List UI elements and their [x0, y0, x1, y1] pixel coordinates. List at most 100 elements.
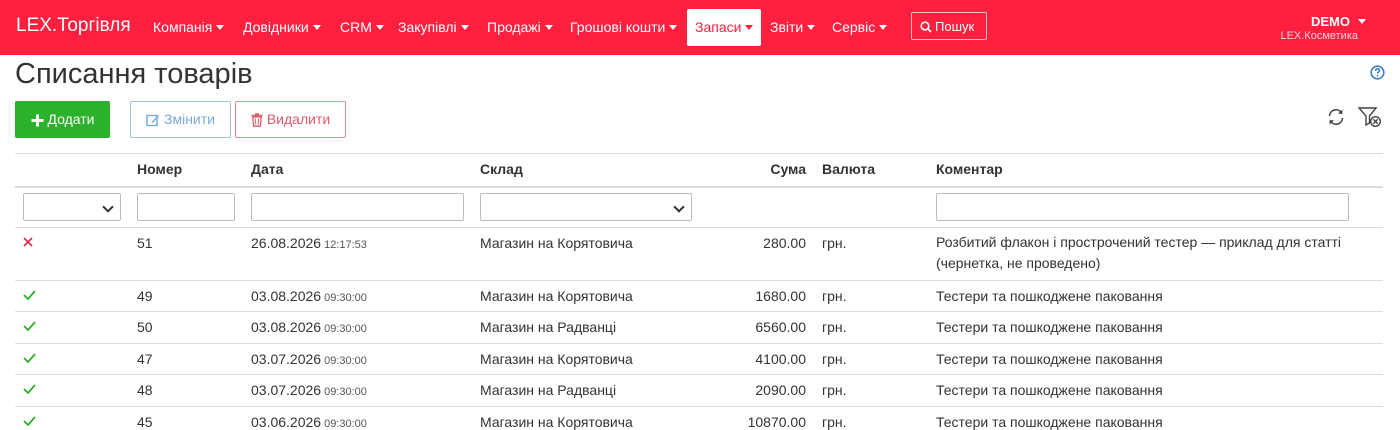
nav-item-stock[interactable]: Запаси — [687, 9, 761, 46]
cell-date-value: 03.08.2026 — [251, 319, 321, 335]
cell-currency: грн. — [822, 319, 847, 335]
nav-item-service[interactable]: Сервіс — [832, 9, 887, 46]
cell-sum: 4100.00 — [706, 351, 806, 367]
cell-sum: 2090.00 — [706, 382, 806, 398]
cell-date-value: 26.08.2026 — [251, 235, 321, 251]
cell-comment: Розбитий флакон і прострочений тестер — … — [936, 232, 1356, 274]
caret-down-icon — [879, 25, 887, 30]
table-divider — [15, 227, 1383, 228]
cell-warehouse: Магазин на Корятовича — [480, 414, 633, 430]
add-button-label: Додати — [48, 111, 95, 127]
nav-item-crm[interactable]: CRM — [340, 9, 384, 46]
header-warehouse[interactable]: Склад — [480, 161, 523, 177]
nav-item-label: CRM — [340, 19, 372, 35]
company-name: LEX.Косметика — [1280, 30, 1358, 42]
caret-down-icon — [376, 25, 384, 30]
cell-time-value: 12:17:53 — [324, 239, 367, 251]
check-icon — [23, 416, 36, 426]
date-filter-input[interactable] — [251, 193, 464, 221]
search-icon — [920, 21, 932, 33]
nav-item-label: Закупівлі — [398, 19, 457, 35]
table-divider — [15, 311, 1383, 312]
cell-date: 03.06.202609:30:00 — [251, 414, 367, 430]
cell-date: 03.08.202609:30:00 — [251, 288, 367, 304]
nav-item-directories[interactable]: Довідники — [243, 9, 321, 46]
cell-sum: 6560.00 — [706, 319, 806, 335]
header-number[interactable]: Номер — [137, 161, 182, 177]
help-icon[interactable] — [1370, 65, 1385, 80]
top-navbar: LEX.Торгівля Компанія Довідники CRM Заку… — [0, 0, 1400, 55]
cell-date-value: 03.07.2026 — [251, 351, 321, 367]
cell-date: 03.07.202609:30:00 — [251, 351, 367, 367]
warehouse-filter-select[interactable] — [480, 193, 692, 221]
cell-time-value: 09:30:00 — [324, 355, 367, 367]
cell-time-value: 09:30:00 — [324, 323, 367, 335]
table-divider — [15, 374, 1383, 375]
cell-date: 26.08.202612:17:53 — [251, 235, 367, 251]
page-title: Списання товарів — [15, 58, 253, 91]
nav-item-cash[interactable]: Грошові кошти — [570, 9, 677, 46]
nav-item-label: Довідники — [243, 19, 309, 35]
nav-item-label: Запаси — [695, 19, 741, 35]
header-currency[interactable]: Валюта — [822, 161, 875, 177]
caret-down-icon — [807, 25, 815, 30]
edit-button[interactable]: Змінити — [130, 101, 231, 138]
nav-item-purchases[interactable]: Закупівлі — [398, 9, 469, 46]
cell-comment: Тестери та пошкоджене паковання — [936, 414, 1163, 430]
nav-item-reports[interactable]: Звіти — [770, 9, 815, 46]
cell-time-value: 09:30:00 — [324, 386, 367, 398]
table-divider — [15, 343, 1383, 344]
cell-comment: Тестери та пошкоджене паковання — [936, 382, 1163, 398]
nav-item-sales[interactable]: Продажі — [487, 9, 553, 46]
nav-item-company[interactable]: Компанія — [153, 9, 224, 46]
cell-time-value: 09:30:00 — [324, 292, 367, 304]
cell-number: 47 — [137, 351, 153, 367]
check-icon — [23, 384, 36, 394]
filter-clear-icon[interactable] — [1358, 106, 1382, 128]
brand-logo[interactable]: LEX.Торгівля — [16, 15, 131, 37]
edit-button-label: Змінити — [164, 111, 215, 127]
caret-down-icon — [745, 25, 753, 30]
cell-currency: грн. — [822, 382, 847, 398]
add-button[interactable]: Додати — [15, 101, 110, 138]
delete-button[interactable]: Видалити — [235, 101, 346, 138]
caret-down-icon — [216, 25, 224, 30]
caret-down-icon[interactable] — [1358, 19, 1366, 24]
status-filter-select[interactable] — [23, 193, 121, 221]
number-filter-input[interactable] — [137, 193, 235, 221]
cell-date-value: 03.06.2026 — [251, 414, 321, 430]
cell-currency: грн. — [822, 351, 847, 367]
nav-item-label: Сервіс — [832, 19, 875, 35]
header-date[interactable]: Дата — [251, 161, 283, 177]
cell-warehouse: Магазин на Радванці — [480, 382, 616, 398]
comment-filter-input[interactable] — [936, 193, 1349, 221]
search-button[interactable]: Пошук — [911, 12, 987, 40]
nav-item-label: Звіти — [770, 19, 803, 35]
cell-currency: грн. — [822, 288, 847, 304]
nav-item-label: Продажі — [487, 19, 541, 35]
cell-currency: грн. — [822, 414, 847, 430]
cell-date: 03.07.202609:30:00 — [251, 382, 367, 398]
table-divider — [15, 186, 1383, 188]
cell-date-value: 03.07.2026 — [251, 382, 321, 398]
cell-comment: Тестери та пошкоджене паковання — [936, 319, 1163, 335]
user-menu[interactable]: DEMO — [1311, 14, 1350, 29]
header-comment[interactable]: Коментар — [936, 161, 1003, 177]
cell-comment: Тестери та пошкоджене паковання — [936, 351, 1163, 367]
delete-button-label: Видалити — [267, 111, 330, 127]
cell-number: 48 — [137, 382, 153, 398]
caret-down-icon — [313, 25, 321, 30]
search-label: Пошук — [935, 19, 974, 34]
caret-down-icon — [545, 25, 553, 30]
cell-number: 49 — [137, 288, 153, 304]
cell-warehouse: Магазин на Корятовича — [480, 235, 633, 251]
nav-item-label: Грошові кошти — [570, 19, 665, 35]
check-icon — [23, 353, 36, 363]
check-icon — [23, 290, 36, 300]
header-sum[interactable]: Сума — [706, 161, 806, 177]
refresh-icon[interactable] — [1326, 107, 1346, 127]
table-divider — [15, 406, 1383, 407]
edit-icon — [146, 113, 160, 127]
cell-number: 50 — [137, 319, 153, 335]
caret-down-icon — [461, 25, 469, 30]
